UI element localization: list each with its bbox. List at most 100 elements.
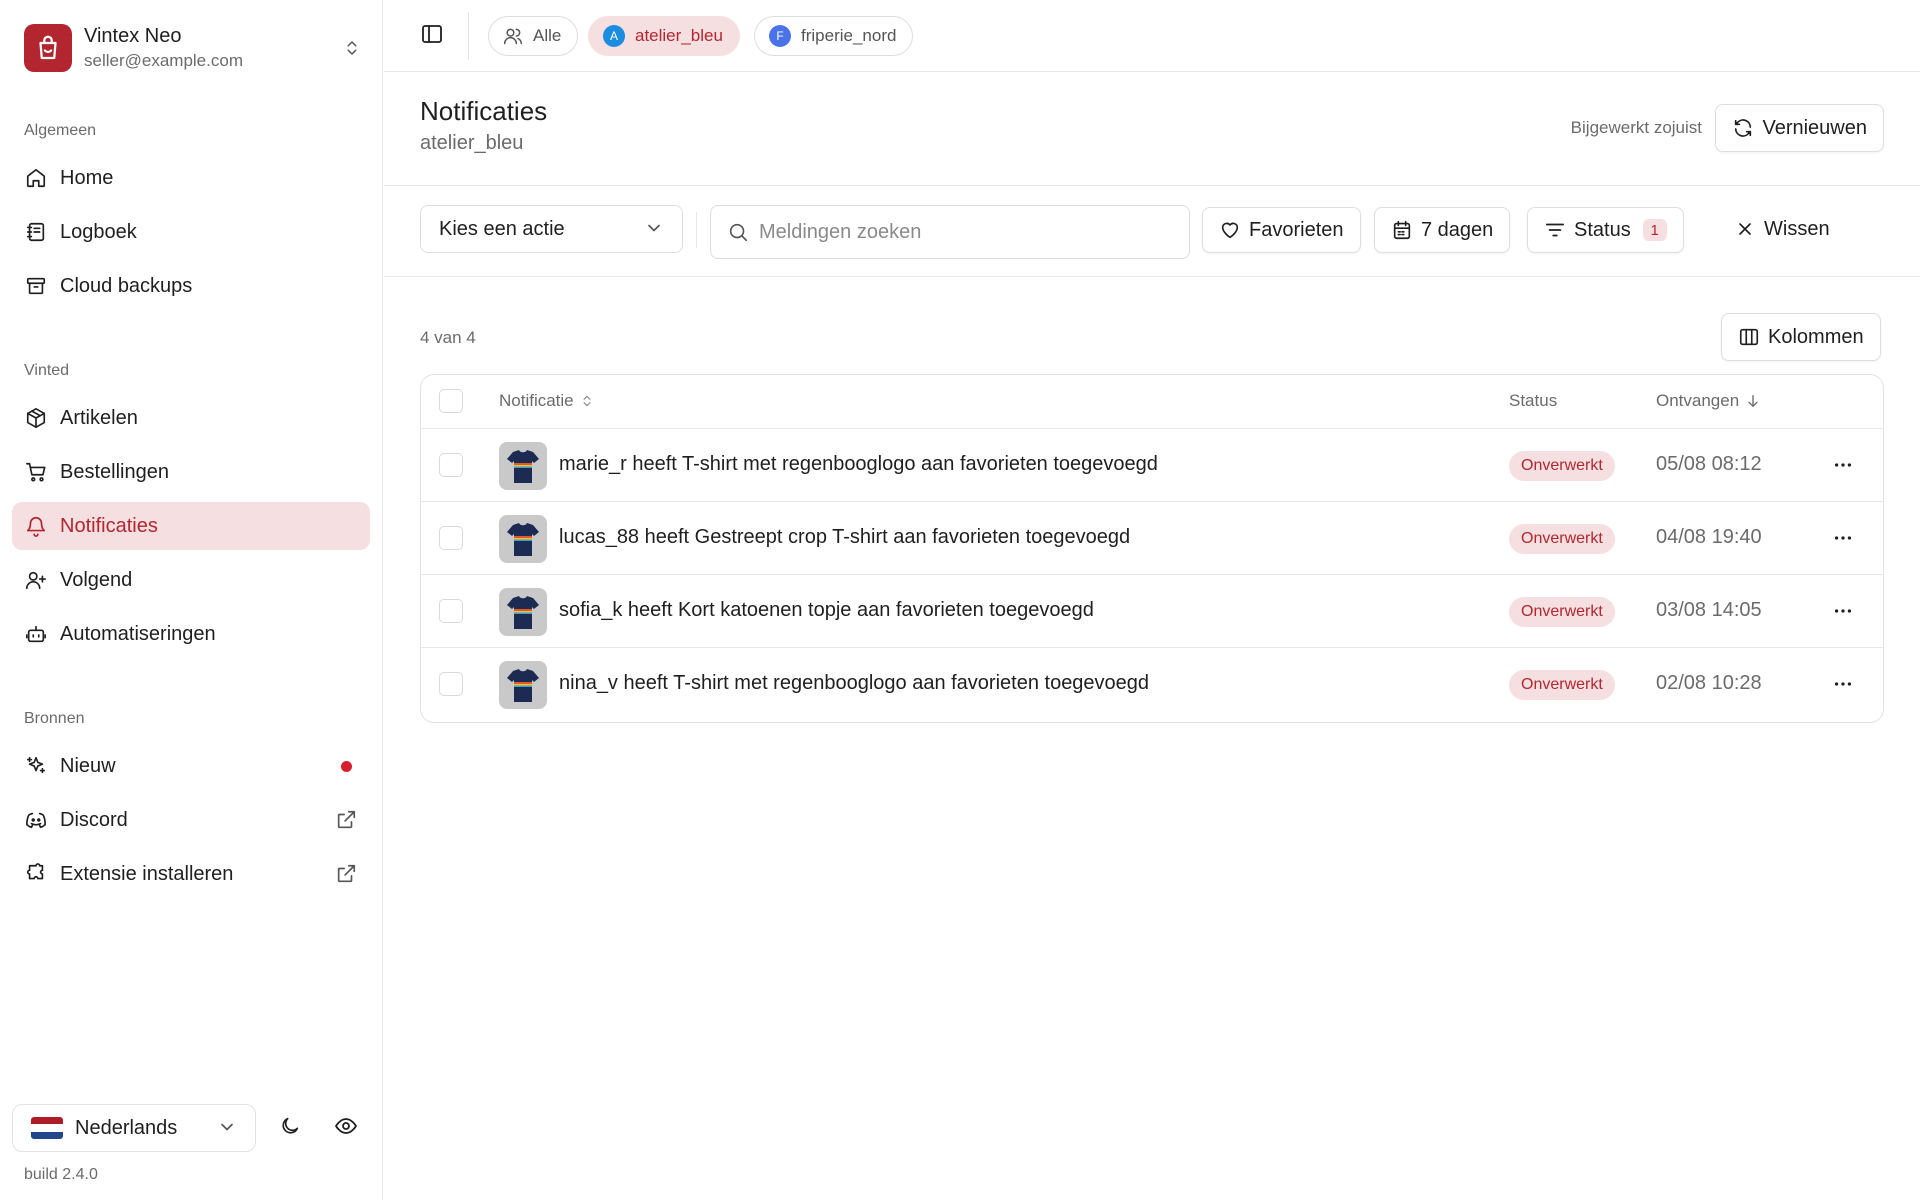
sidebar-item-home[interactable]: Home (12, 154, 370, 202)
sidebar-item-notificaties[interactable]: Notificaties (12, 502, 370, 550)
clear-label: Wissen (1764, 217, 1830, 240)
notification-text: marie_r heeft T-shirt met regenbooglogo … (559, 453, 1158, 475)
filter-icon (1544, 219, 1566, 241)
notifications-table: Notificatie Status Ontvangen marie_r hee… (420, 374, 1884, 723)
received-time: 04/08 19:40 (1656, 526, 1762, 548)
sidebar-toggle-button[interactable] (414, 18, 450, 54)
section-label-bronnen: Bronnen (24, 710, 85, 727)
notification-text: sofia_k heeft Kort katoenen topje aan fa… (559, 599, 1094, 621)
calendar-icon (1391, 219, 1413, 241)
table-header: Notificatie Status Ontvangen (421, 375, 1883, 429)
sidebar-item-discord[interactable]: Discord (12, 796, 370, 844)
sidebar-item-volgend[interactable]: Volgend (12, 556, 370, 604)
dark-mode-toggle[interactable] (270, 1108, 310, 1148)
account-chip-friperie-nord[interactable]: F friperie_nord (754, 16, 914, 56)
discord-icon (24, 808, 48, 832)
row-checkbox[interactable] (439, 526, 463, 550)
refresh-label: Vernieuwen (1762, 116, 1867, 139)
home-icon (24, 166, 48, 190)
result-count: 4 van 4 (420, 328, 476, 347)
sidebar-item-nieuw[interactable]: Nieuw (12, 742, 370, 790)
account-chip-alle[interactable]: Alle (488, 16, 579, 56)
sidebar-item-label: Bestellingen (60, 460, 169, 483)
search-input[interactable] (759, 220, 1179, 244)
refresh-icon (1732, 117, 1754, 139)
row-actions-button[interactable] (1827, 522, 1859, 554)
new-indicator (334, 754, 358, 778)
more-horizontal-icon (1832, 527, 1854, 549)
more-horizontal-icon (1832, 454, 1854, 476)
row-checkbox[interactable] (439, 672, 463, 696)
sidebar-item-label: Extensie installeren (60, 862, 234, 885)
visibility-toggle[interactable] (326, 1108, 366, 1148)
column-header-notificatie[interactable]: Notificatie (499, 391, 594, 411)
sidebar-item-label: Volgend (60, 568, 133, 591)
table-row[interactable]: sofia_k heeft Kort katoenen topje aan fa… (421, 575, 1883, 648)
moon-icon (279, 1115, 301, 1142)
user-plus-icon (24, 568, 48, 592)
action-select-value: Kies een actie (439, 217, 565, 240)
column-header-label: Ontvangen (1656, 391, 1740, 410)
status-filter-button[interactable]: Status 1 (1527, 207, 1684, 253)
app-logo (24, 24, 72, 72)
row-checkbox[interactable] (439, 453, 463, 477)
section-label-vinted: Vinted (24, 362, 70, 379)
language-select[interactable]: Nederlands (12, 1104, 256, 1152)
date-range-button[interactable]: 7 dagen (1374, 207, 1511, 253)
table-row[interactable]: nina_v heeft T-shirt met regenbooglogo a… (421, 648, 1883, 721)
build-version: build 2.4.0 (24, 1166, 98, 1183)
sidebar-item-artikelen[interactable]: Artikelen (12, 394, 370, 442)
bot-icon (24, 622, 48, 646)
sidebar-item-bestellingen[interactable]: Bestellingen (12, 448, 370, 496)
heart-icon (1219, 219, 1241, 241)
favorites-filter-button[interactable]: Favorieten (1202, 207, 1361, 253)
package-icon (24, 406, 48, 430)
topbar: Alle A atelier_bleu F friperie_nord (384, 0, 1920, 72)
row-checkbox[interactable] (439, 599, 463, 623)
select-all-checkbox[interactable] (439, 389, 463, 413)
sidebar-item-label: Discord (60, 808, 128, 831)
item-thumbnail (499, 515, 547, 563)
puzzle-icon (24, 862, 48, 886)
users-icon (503, 26, 523, 46)
notification-text: lucas_88 heeft Gestreept crop T-shirt aa… (559, 526, 1131, 548)
status-filter-label: Status (1574, 218, 1631, 241)
row-actions-button[interactable] (1827, 668, 1859, 700)
status-badge: Onverwerkt (1509, 524, 1615, 554)
columns-button[interactable]: Kolommen (1721, 313, 1881, 361)
bell-icon (24, 514, 48, 538)
clear-filters-button[interactable]: Wissen (1720, 205, 1844, 253)
avatar: A (603, 25, 625, 47)
table-row[interactable]: marie_r heeft T-shirt met regenbooglogo … (421, 429, 1883, 502)
account-switcher[interactable]: Vintex Neo seller@example.com (24, 22, 364, 74)
column-header-label: Notificatie (499, 391, 574, 410)
chevrons-up-down-icon (340, 36, 364, 60)
sidebar-item-automatiseringen[interactable]: Automatiseringen (12, 610, 370, 658)
sidebar-item-cloud-backups[interactable]: Cloud backups (12, 262, 370, 310)
row-actions-button[interactable] (1827, 595, 1859, 627)
chip-label: atelier_bleu (635, 26, 723, 45)
table-row[interactable]: lucas_88 heeft Gestreept crop T-shirt aa… (421, 502, 1883, 575)
action-select[interactable]: Kies een actie (420, 205, 683, 253)
received-time: 03/08 14:05 (1656, 599, 1762, 621)
item-thumbnail (499, 442, 547, 490)
chip-label: Alle (533, 26, 562, 45)
logbook-icon (24, 220, 48, 244)
refresh-button[interactable]: Vernieuwen (1715, 104, 1884, 152)
item-thumbnail (499, 588, 547, 636)
external-link-icon (334, 862, 358, 886)
divider (468, 12, 469, 60)
row-actions-button[interactable] (1827, 449, 1859, 481)
divider (696, 212, 697, 248)
account-name: Vintex Neo (84, 25, 182, 47)
column-header-ontvangen[interactable]: Ontvangen (1656, 391, 1761, 411)
sidebar-item-logboek[interactable]: Logboek (12, 208, 370, 256)
columns-icon (1738, 326, 1760, 348)
sidebar-item-extensie-installeren[interactable]: Extensie installeren (12, 850, 370, 898)
account-chip-atelier-bleu[interactable]: A atelier_bleu (588, 16, 740, 56)
sidebar-item-label: Logboek (60, 220, 137, 243)
status-filter-count: 1 (1642, 219, 1667, 241)
date-range-label: 7 dagen (1421, 218, 1494, 241)
updated-status: Bijgewerkt zojuist (1570, 118, 1702, 137)
archive-icon (24, 274, 48, 298)
